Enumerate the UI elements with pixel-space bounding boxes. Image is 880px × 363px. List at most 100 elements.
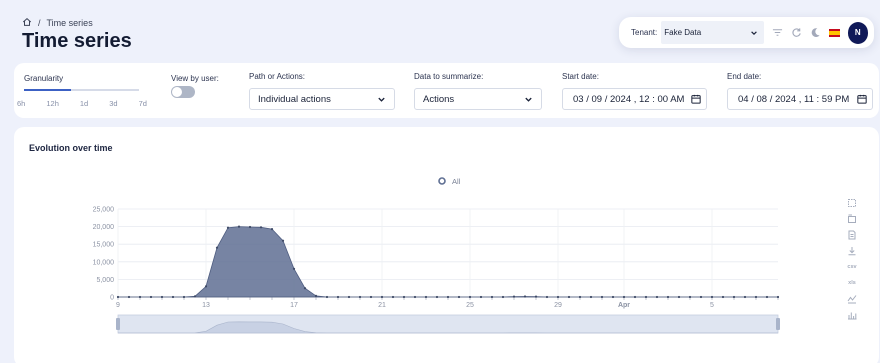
time-series-chart[interactable]: All 0 5,000 10,000 15,000 20,000 25,000 9 13 17 21… [14, 127, 879, 363]
end-date-input[interactable]: 04 / 08 / 2024 , 11 : 59 PM [727, 88, 873, 110]
data-point[interactable] [567, 295, 571, 299]
data-point[interactable] [237, 225, 241, 228]
data-point[interactable] [490, 295, 494, 299]
refresh-icon[interactable] [791, 27, 802, 38]
data-point[interactable] [776, 295, 780, 299]
data-point[interactable] [468, 295, 472, 299]
data-point[interactable] [380, 295, 384, 299]
data-point[interactable] [501, 295, 505, 299]
data-point[interactable] [655, 295, 659, 299]
view-by-user-toggle[interactable] [171, 86, 195, 98]
data-point[interactable] [391, 295, 395, 299]
data-point[interactable] [622, 295, 626, 299]
data-point[interactable] [226, 226, 230, 229]
x-tick-label: 21 [378, 302, 386, 309]
data-point[interactable] [765, 295, 769, 299]
data-point[interactable] [259, 226, 263, 229]
datazoom-right-handle[interactable] [776, 318, 780, 330]
granularity-stop-6h[interactable]: 6h [17, 99, 25, 108]
legend-label-all[interactable]: All [452, 177, 461, 186]
data-point[interactable] [347, 295, 351, 299]
data-point[interactable] [270, 228, 274, 231]
xls-export-icon[interactable]: xls [847, 277, 858, 289]
data-point[interactable] [710, 295, 714, 299]
data-point[interactable] [314, 294, 318, 297]
download-icon[interactable] [847, 245, 858, 257]
data-point[interactable] [666, 295, 670, 299]
data-point[interactable] [402, 295, 406, 299]
data-point[interactable] [589, 295, 593, 299]
data-point[interactable] [600, 295, 604, 299]
data-point[interactable] [721, 295, 725, 299]
data-point[interactable] [248, 225, 252, 229]
data-point[interactable] [754, 295, 758, 299]
data-point[interactable] [193, 295, 197, 298]
data-point[interactable] [611, 295, 615, 299]
data-to-summarize-select[interactable]: Actions [414, 88, 542, 110]
data-point[interactable] [292, 267, 296, 270]
granularity-stop-3d[interactable]: 3d [109, 99, 117, 108]
x-tick-label: Apr [618, 302, 630, 309]
data-point[interactable] [578, 295, 582, 299]
calendar-icon[interactable] [691, 94, 701, 104]
home-icon[interactable] [22, 17, 32, 29]
data-point[interactable] [435, 295, 439, 299]
data-point[interactable] [116, 295, 120, 299]
calendar-icon[interactable] [857, 94, 867, 104]
data-point[interactable] [413, 295, 417, 299]
tenant-select[interactable]: Fake Data [661, 21, 765, 44]
breadcrumb-current: Time series [46, 18, 93, 28]
data-point[interactable] [446, 295, 450, 299]
datazoom-left-handle[interactable] [116, 318, 120, 330]
granularity-stop-12h[interactable]: 12h [46, 99, 59, 108]
zoom-icon[interactable] [847, 197, 858, 209]
data-point[interactable] [556, 295, 560, 299]
data-point[interactable] [424, 295, 428, 299]
y-tick-label: 15,000 [93, 242, 115, 249]
csv-export-icon[interactable]: csv [847, 261, 858, 273]
top-toolbar: Tenant: Fake Data N [619, 17, 874, 48]
zoom-reset-icon[interactable] [847, 213, 858, 225]
data-point[interactable] [699, 295, 703, 299]
document-icon[interactable] [847, 229, 858, 241]
data-point[interactable] [688, 295, 692, 299]
data-point[interactable] [325, 295, 329, 299]
data-point[interactable] [204, 285, 208, 288]
data-point[interactable] [358, 295, 362, 299]
data-point[interactable] [215, 246, 219, 249]
data-point[interactable] [369, 295, 373, 299]
path-or-actions-select[interactable]: Individual actions [249, 88, 395, 110]
data-point[interactable] [457, 295, 461, 299]
data-point[interactable] [171, 295, 175, 299]
granularity-stop-1d[interactable]: 1d [80, 99, 88, 108]
data-point[interactable] [545, 295, 549, 299]
moon-icon[interactable] [810, 27, 821, 38]
spain-flag-icon[interactable] [829, 28, 840, 37]
avatar[interactable]: N [847, 21, 868, 44]
legend-marker-all[interactable] [438, 177, 446, 185]
data-point[interactable] [149, 295, 153, 299]
start-date-input[interactable]: 03 / 09 / 2024 , 12 : 00 AM [562, 88, 707, 110]
data-point[interactable] [644, 295, 648, 299]
granularity-stop-7d[interactable]: 7d [139, 99, 147, 108]
data-point[interactable] [534, 295, 538, 298]
data-point[interactable] [512, 295, 516, 298]
data-point[interactable] [303, 287, 307, 290]
data-point[interactable] [523, 295, 527, 298]
data-point[interactable] [160, 295, 164, 299]
data-point[interactable] [479, 295, 483, 299]
data-point[interactable] [732, 295, 736, 299]
filter-icon[interactable] [772, 27, 783, 38]
data-point[interactable] [336, 295, 340, 299]
data-point[interactable] [677, 295, 681, 299]
data-point[interactable] [743, 295, 747, 299]
granularity-slider[interactable] [24, 89, 139, 91]
chevron-down-icon [525, 97, 532, 102]
data-point[interactable] [182, 295, 186, 299]
data-point[interactable] [281, 239, 285, 242]
line-chart-icon[interactable] [847, 293, 858, 305]
data-point[interactable] [138, 295, 142, 299]
data-point[interactable] [633, 295, 637, 299]
data-point[interactable] [127, 295, 131, 299]
bar-chart-icon[interactable] [847, 309, 858, 321]
